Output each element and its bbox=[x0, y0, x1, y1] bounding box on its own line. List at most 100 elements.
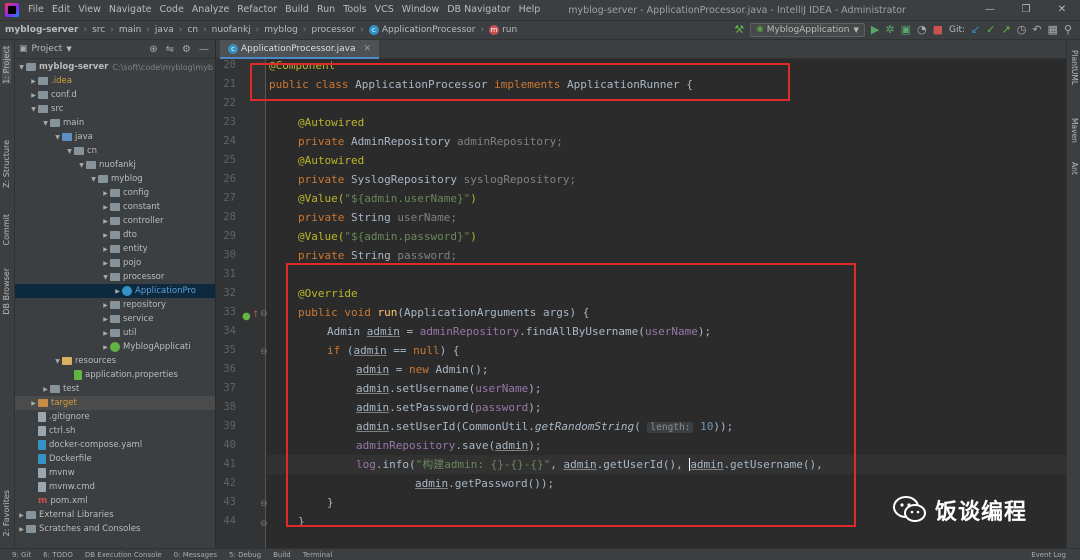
fold-icon[interactable]: ⊖ bbox=[260, 347, 268, 357]
expand-arrow-icon[interactable]: ▶ bbox=[101, 190, 110, 197]
expand-arrow-icon[interactable]: ▼ bbox=[65, 148, 74, 155]
tool-tab-todo[interactable]: 6: TODO bbox=[43, 551, 73, 559]
expand-arrow-icon[interactable]: ▶ bbox=[17, 526, 26, 533]
menu-run[interactable]: Run bbox=[313, 0, 339, 20]
git-commit-icon[interactable]: ✓ bbox=[986, 23, 995, 37]
menu-code[interactable]: Code bbox=[155, 0, 187, 20]
history-icon[interactable]: ◷ bbox=[1017, 23, 1027, 37]
tree-item-service[interactable]: ▶ service bbox=[15, 312, 215, 326]
tree-item-conf[interactable]: ▶ conf.d bbox=[15, 88, 215, 102]
git-push-icon[interactable]: ↗ bbox=[1001, 23, 1010, 37]
tool-tab-ant[interactable]: Ant bbox=[1070, 162, 1079, 175]
menu-tools[interactable]: Tools bbox=[339, 0, 370, 20]
tree-item-mvnw-cmd[interactable]: mvnw.cmd bbox=[15, 480, 215, 494]
close-tab-icon[interactable]: ✕ bbox=[364, 44, 372, 54]
fold-icon[interactable]: ⊖ bbox=[260, 499, 268, 509]
gear-icon[interactable]: ⚙ bbox=[182, 44, 191, 55]
tree-item-repository[interactable]: ▶ repository bbox=[15, 298, 215, 312]
tree-item-java[interactable]: ▼ java bbox=[15, 130, 215, 144]
tree-item-config[interactable]: ▶ config bbox=[15, 186, 215, 200]
fold-icon[interactable]: ⊖ bbox=[260, 309, 268, 319]
expand-arrow-icon[interactable]: ▶ bbox=[101, 330, 110, 337]
expand-arrow-icon[interactable]: ▶ bbox=[29, 92, 38, 99]
tool-tab-commit[interactable]: Commit bbox=[2, 214, 11, 245]
tree-item-constant[interactable]: ▶ constant bbox=[15, 200, 215, 214]
tree-item-controller[interactable]: ▶ controller bbox=[15, 214, 215, 228]
expand-arrow-icon[interactable]: ▶ bbox=[17, 512, 26, 519]
tree-item-cn[interactable]: ▼ cn bbox=[15, 144, 215, 158]
tree-item-mvnw[interactable]: mvnw bbox=[15, 466, 215, 480]
menu-build[interactable]: Build bbox=[281, 0, 313, 20]
breadcrumb-myblog[interactable]: myblog bbox=[259, 25, 298, 35]
profile-icon[interactable]: ◔ bbox=[917, 23, 927, 37]
expand-arrow-icon[interactable]: ▶ bbox=[101, 302, 110, 309]
hide-icon[interactable]: — bbox=[199, 44, 209, 55]
tree-item-gitignore[interactable]: .gitignore bbox=[15, 410, 215, 424]
menu-help[interactable]: Help bbox=[515, 0, 545, 20]
minimize-button[interactable]: — bbox=[972, 0, 1008, 20]
expand-arrow-icon[interactable]: ▶ bbox=[29, 78, 38, 85]
tree-item-ctrl-sh[interactable]: ctrl.sh bbox=[15, 424, 215, 438]
tool-tab-event-log[interactable]: Event Log bbox=[1031, 551, 1066, 559]
tool-tab-structure[interactable]: Z: Structure bbox=[2, 140, 11, 188]
menu-vcs[interactable]: VCS bbox=[371, 0, 398, 20]
tree-item-pom[interactable]: m pom.xml bbox=[15, 494, 215, 508]
expand-arrow-icon[interactable]: ▼ bbox=[101, 274, 110, 281]
fold-icon[interactable]: ⊖ bbox=[260, 519, 268, 529]
run-icon[interactable]: ▶ bbox=[871, 23, 879, 37]
expand-arrow-icon[interactable]: ▶ bbox=[101, 260, 110, 267]
tree-item-nuofankj[interactable]: ▼ nuofankj bbox=[15, 158, 215, 172]
expand-arrow-icon[interactable]: ▼ bbox=[53, 358, 62, 365]
breadcrumb-main[interactable]: main bbox=[114, 25, 142, 35]
tree-item-entity[interactable]: ▶ entity bbox=[15, 242, 215, 256]
tool-tab-plantuml[interactable]: PlantUML bbox=[1070, 50, 1079, 85]
tree-item-application-properties[interactable]: application.properties bbox=[15, 368, 215, 382]
locate-icon[interactable]: ⊕ bbox=[149, 44, 157, 55]
menu-db-navigator[interactable]: DB Navigator bbox=[443, 0, 514, 20]
search-icon[interactable]: ⚲ bbox=[1064, 23, 1072, 37]
breadcrumb-project[interactable]: myblog-server bbox=[0, 25, 78, 35]
tree-item-processor[interactable]: ▼ processor bbox=[15, 270, 215, 284]
tool-tab-build[interactable]: Build bbox=[273, 551, 291, 559]
tree-item-target[interactable]: ▶ target bbox=[15, 396, 215, 410]
build-hammer-icon[interactable]: ⚒ bbox=[734, 23, 744, 37]
project-structure-icon[interactable]: ▦ bbox=[1048, 23, 1058, 37]
breadcrumb-class[interactable]: c ApplicationProcessor bbox=[364, 25, 475, 35]
editor-tab-application-processor[interactable]: c ApplicationProcessor.java ✕ bbox=[220, 40, 380, 59]
breadcrumb-java[interactable]: java bbox=[150, 25, 174, 35]
menu-view[interactable]: View bbox=[74, 0, 105, 20]
tool-tab-terminal[interactable]: Terminal bbox=[303, 551, 333, 559]
tool-tab-favorites[interactable]: 2: Favorites bbox=[2, 490, 11, 536]
tree-item-dockerfile[interactable]: Dockerfile bbox=[15, 452, 215, 466]
expand-arrow-icon[interactable]: ▶ bbox=[41, 386, 50, 393]
expand-arrow-icon[interactable]: ▼ bbox=[77, 162, 86, 169]
stop-icon[interactable]: ■ bbox=[933, 23, 943, 37]
chevron-down-icon[interactable]: ▼ bbox=[66, 45, 71, 53]
tool-tab-messages[interactable]: 0: Messages bbox=[174, 551, 217, 559]
expand-arrow-icon[interactable]: ▶ bbox=[101, 218, 110, 225]
tool-tab-project[interactable]: 1: Project bbox=[2, 46, 11, 84]
tree-item-idea[interactable]: ▶ .idea bbox=[15, 74, 215, 88]
tree-item-test[interactable]: ▶ test bbox=[15, 382, 215, 396]
breadcrumb-processor[interactable]: processor bbox=[306, 25, 355, 35]
debug-icon[interactable]: ✲ bbox=[885, 23, 894, 37]
expand-arrow-icon[interactable]: ▶ bbox=[101, 232, 110, 239]
tool-tab-debug[interactable]: 5: Debug bbox=[229, 551, 261, 559]
tree-item-myblog[interactable]: ▼ myblog bbox=[15, 172, 215, 186]
tree-item-scratches[interactable]: ▶ Scratches and Consoles bbox=[15, 522, 215, 536]
expand-arrow-icon[interactable]: ▼ bbox=[53, 134, 62, 141]
expand-arrow-icon[interactable]: ▶ bbox=[29, 400, 38, 407]
menu-analyze[interactable]: Analyze bbox=[188, 0, 233, 20]
tree-item-pojo[interactable]: ▶ pojo bbox=[15, 256, 215, 270]
tool-tab-maven[interactable]: Maven bbox=[1070, 118, 1079, 143]
maximize-button[interactable]: ❐ bbox=[1008, 0, 1044, 20]
rollback-icon[interactable]: ↶ bbox=[1032, 23, 1041, 37]
code-editor[interactable]: 20 21 22 23 24 25 26 27 28 29 30 31 32 33 34 35 36 37 38 39… bbox=[216, 59, 1066, 548]
breadcrumb-src[interactable]: src bbox=[87, 25, 105, 35]
expand-arrow-icon[interactable]: ▶ bbox=[101, 246, 110, 253]
run-gutter-icon[interactable]: ● bbox=[242, 311, 251, 322]
menu-refactor[interactable]: Refactor bbox=[233, 0, 281, 20]
tree-item-src[interactable]: ▼ src bbox=[15, 102, 215, 116]
tool-tab-db-console[interactable]: DB Execution Console bbox=[85, 551, 162, 559]
override-gutter-icon[interactable]: ↑ bbox=[252, 310, 260, 320]
